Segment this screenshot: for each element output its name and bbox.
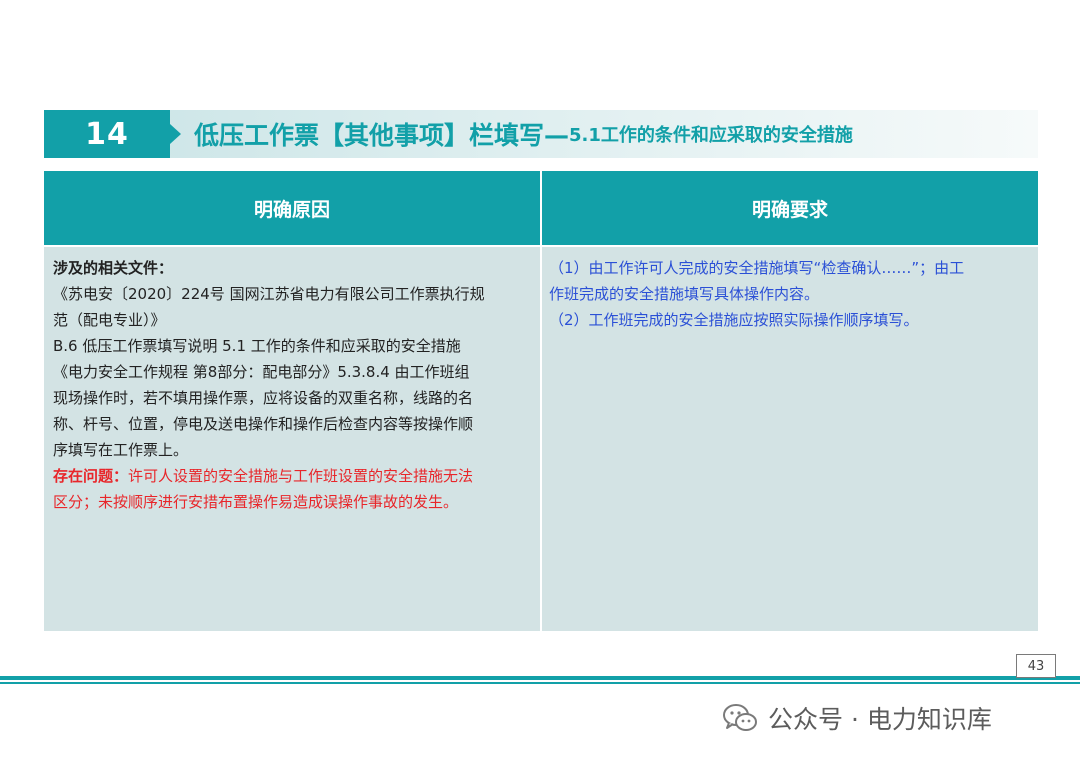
reason-line: 范（配电专业）》 (53, 311, 166, 329)
requirement-line: （2）工作班完成的安全措施应按照实际操作顺序填写。 (549, 311, 919, 329)
requirement-line: 作班完成的安全措施填写具体操作内容。 (549, 285, 820, 303)
issue-text-cont: 区分；未按顺序进行安措布置操作易造成误操作事故的发生。 (53, 493, 459, 511)
reason-line: 序填写在工作票上。 (53, 441, 189, 459)
issue-text: 许可人设置的安全措施与工作班设置的安全措施无法 (128, 467, 474, 485)
issue-paragraph: 存在问题：许可人设置的安全措施与工作班设置的安全措施无法 (53, 463, 531, 489)
footer-rule (0, 676, 1080, 680)
content-table: 明确原因 明确要求 涉及的相关文件： 《苏电安〔2020〕224号 国网江苏省电… (44, 171, 1038, 631)
watermark-text: 公众号 · 电力知识库 (768, 705, 992, 734)
slide-title: 低压工作票【其他事项】栏填写— 5.1工作的条件和应采取的安全措施 (194, 110, 853, 158)
reason-line: 《苏电安〔2020〕224号 国网江苏省电力有限公司工作票执行规 (53, 285, 485, 303)
page-number: 43 (1016, 654, 1056, 678)
requirement-cell: （1）由工作许可人完成的安全措施填写“检查确认……”；由工 作班完成的安全措施填… (542, 247, 1038, 631)
watermark: 公众号 · 电力知识库 (722, 700, 992, 736)
column-header-reason: 明确原因 (44, 171, 540, 245)
reason-line: 《电力安全工作规程 第8部分：配电部分》5.3.8.4 由工作班组 (53, 363, 470, 381)
reason-line: 现场操作时，若不填用操作票，应将设备的双重名称，线路的名 (53, 389, 474, 407)
slide-number-badge: 14 (44, 110, 170, 158)
reason-line: 称、杆号、位置，停电及送电操作和操作后检查内容等按操作顺 (53, 415, 474, 433)
column-header-requirement: 明确要求 (542, 171, 1038, 245)
reason-cell: 涉及的相关文件： 《苏电安〔2020〕224号 国网江苏省电力有限公司工作票执行… (44, 247, 540, 631)
reason-line: B.6 低压工作票填写说明 5.1 工作的条件和应采取的安全措施 (53, 337, 461, 355)
requirement-line: （1）由工作许可人完成的安全措施填写“检查确认……”；由工 (549, 259, 965, 277)
wechat-icon (723, 704, 757, 731)
slide-title-sub: 5.1工作的条件和应采取的安全措施 (569, 125, 853, 146)
documents-label: 涉及的相关文件： (53, 259, 174, 277)
issue-label: 存在问题： (53, 467, 129, 485)
slide-title-main: 低压工作票【其他事项】栏填写— (194, 121, 570, 150)
arrow-icon (170, 124, 181, 144)
footer-rule-thin (0, 682, 1080, 684)
